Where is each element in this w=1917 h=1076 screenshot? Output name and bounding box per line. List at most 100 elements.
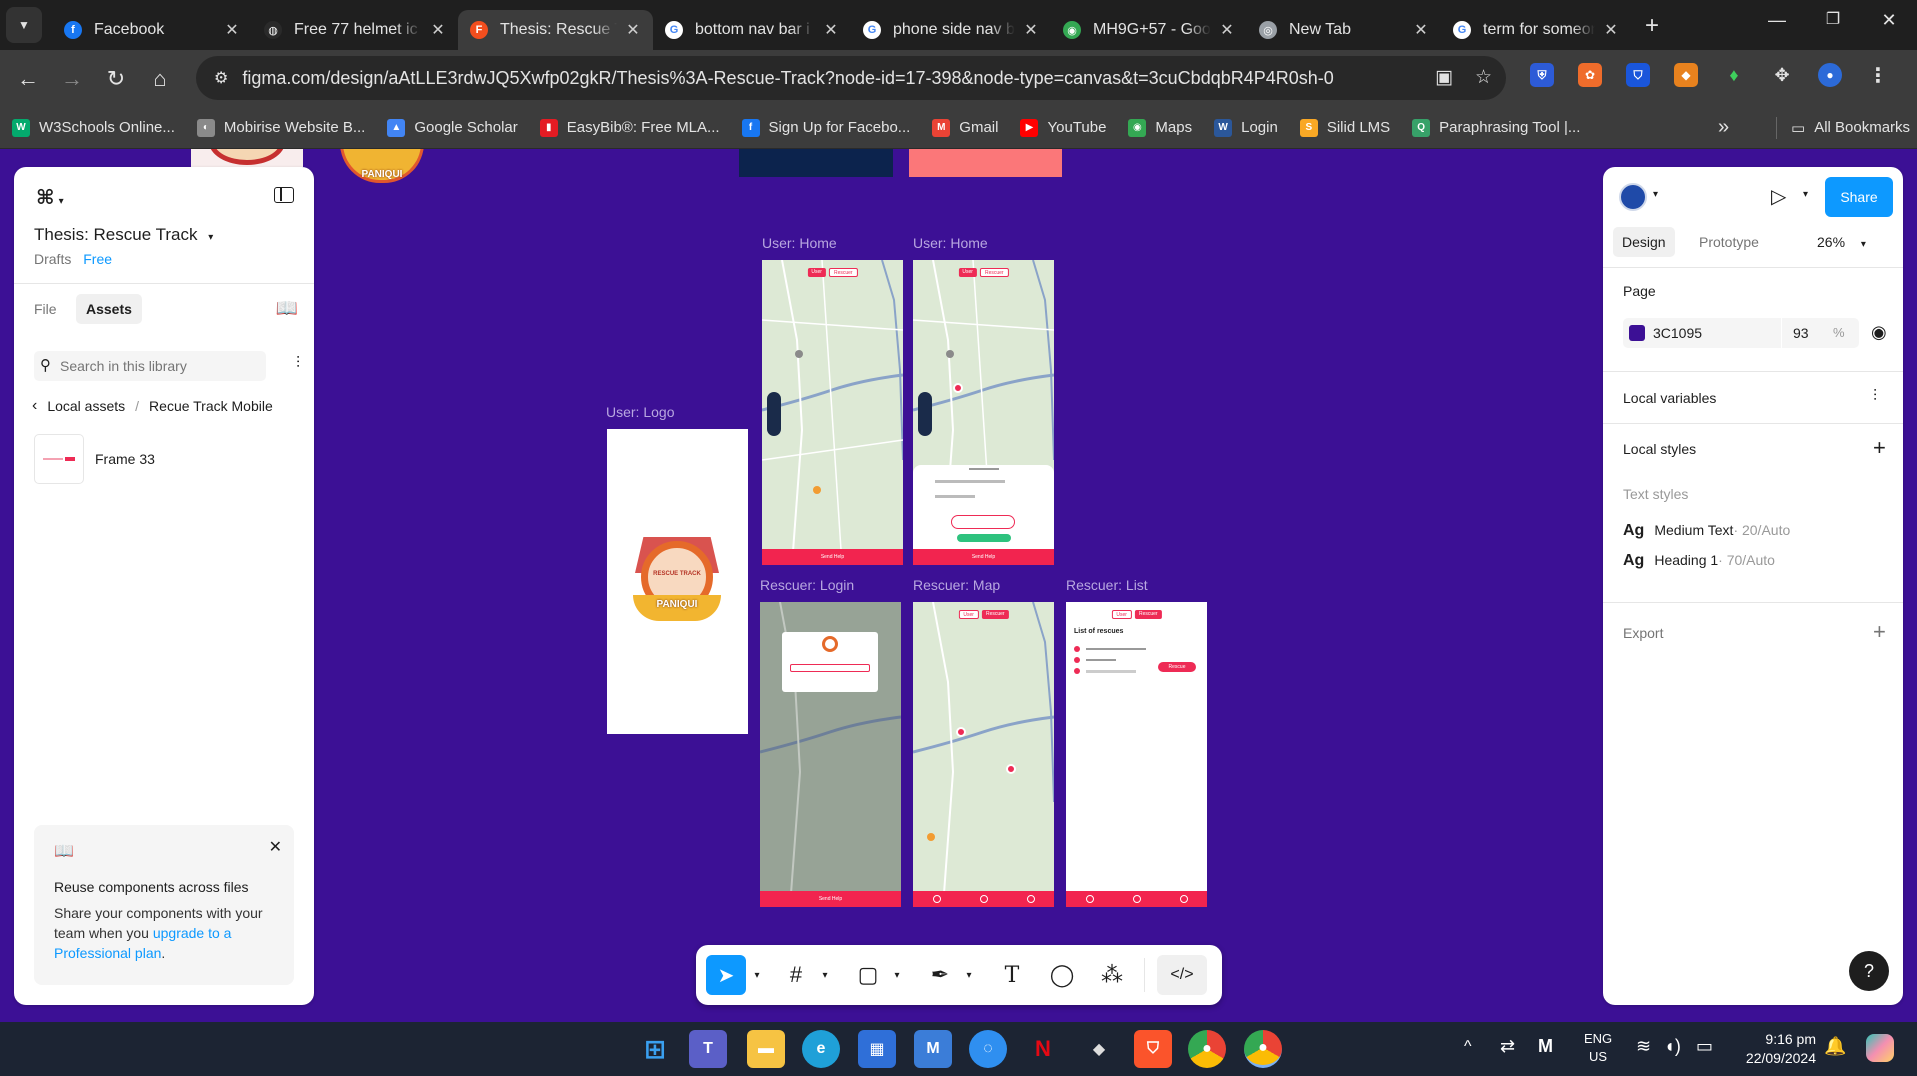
new-tab-button[interactable]: + [1645,12,1659,40]
bookmark-item[interactable]: ▮ EasyBib®: Free MLA... [539,118,720,137]
pen-tool-chevron-icon[interactable]: ▾ [958,955,980,995]
rectangle-tool-icon[interactable]: ▢ [850,955,886,995]
user-avatar[interactable] [1619,183,1647,211]
page-color-hex[interactable]: 3C1095 [1653,325,1702,341]
asset-item[interactable]: Frame 33 [34,434,294,484]
clock[interactable]: 9:16 pm 22/09/2024 [1732,1030,1816,1068]
comment-tool-icon[interactable]: ◯ [1044,955,1080,995]
login-field[interactable] [790,664,870,672]
site-info-icon[interactable]: ⚙ [214,68,228,88]
rescuer-tab[interactable]: Rescuer [1134,610,1162,619]
mic-button[interactable] [951,515,1015,529]
frame-rescuer-map[interactable]: User Rescuer [913,602,1054,907]
maximize-button[interactable]: ❐ [1805,0,1861,40]
search-input[interactable] [60,355,260,377]
close-tab-icon[interactable]: ✕ [1411,20,1431,40]
home-button[interactable]: ⌂ [138,66,182,92]
rescue-pin[interactable] [1006,764,1016,774]
tab-search-button[interactable]: ▼ [6,7,42,43]
list-nav-icon[interactable] [1026,895,1035,903]
move-tool-chevron-icon[interactable]: ▾ [746,955,768,995]
brave-icon[interactable]: ⛉ [1134,1030,1172,1068]
forward-button[interactable]: → [50,66,94,92]
bookmark-item[interactable]: W W3Schools Online... [12,118,175,137]
netflix-icon[interactable]: N [1024,1030,1062,1068]
frame-label-user-logo[interactable]: User: Logo [606,404,674,420]
bookmarks-overflow-button[interactable]: » [1718,116,1729,139]
messenger-icon[interactable]: ◌ [969,1030,1007,1068]
extension-orange-icon[interactable]: ✿ [1578,63,1602,87]
browser-tab[interactable]: ◉ MH9G+57 - Goo ✕ [1051,10,1247,50]
rescue-list-item[interactable]: Rescue [1074,646,1200,676]
dev-mode-icon[interactable]: </> [1157,955,1207,995]
copilot-icon[interactable] [1866,1034,1894,1062]
browser-tab[interactable]: ◎ New Tab ✕ [1247,10,1441,50]
present-chevron-icon[interactable]: ▾ [1803,189,1808,200]
zoom-level[interactable]: 26% ▾ [1817,234,1866,250]
figma-main-menu[interactable]: ⌘ ▾ [36,185,64,210]
browser-tab[interactable]: Gterm for someon ✕ [1441,10,1631,50]
frame-rescuer-list[interactable]: User Rescuer List of rescues Rescue [1066,602,1207,907]
rescue-pin[interactable] [956,727,966,737]
frame-label-user-home-2[interactable]: User: Home [913,235,988,251]
user-tab[interactable]: User [1111,610,1132,619]
extension-blue-shield-icon[interactable]: ⛉ [1626,63,1650,87]
browser-tab[interactable]: F Thesis: Rescue Tr ✕ [458,10,653,50]
breadcrumb-local-assets[interactable]: Local assets [47,398,125,414]
pen-tool-icon[interactable]: ✒ [922,955,958,995]
all-bookmarks-button[interactable]: ▭ All Bookmarks [1776,116,1910,139]
install-app-icon[interactable]: ▣ [1435,66,1453,89]
frame-label-user-home-1[interactable]: User: Home [762,235,837,251]
extension-fox-icon[interactable]: ◆ [1674,63,1698,87]
text-tool-icon[interactable]: T [994,955,1030,995]
close-tab-icon[interactable]: ✕ [1217,20,1237,40]
visibility-eye-icon[interactable]: ◉ [1871,322,1887,343]
add-style-icon[interactable]: + [1873,435,1886,461]
browser-menu-icon[interactable]: ⋮ [1866,63,1890,87]
bookmark-star-icon[interactable]: ☆ [1475,66,1492,89]
rescuer-tab[interactable]: Rescuer [828,268,858,277]
share-button[interactable]: Share [1825,177,1893,217]
browser-tab[interactable]: Gbottom nav bar i ✕ [653,10,851,50]
promo-close-icon[interactable]: ✕ [269,837,282,857]
tab-assets[interactable]: Assets [76,294,142,324]
user-tab[interactable]: User [958,268,977,277]
user-tab[interactable]: User [958,610,979,619]
local-variables-label[interactable]: Local variables [1623,390,1716,406]
home-nav-icon[interactable] [1132,895,1141,903]
frame-user-home-1[interactable]: User Rescuer Send Help [762,260,903,565]
partial-frame-navy[interactable] [739,149,893,177]
avatar-chevron-icon[interactable]: ▾ [1653,189,1658,200]
rescue-button[interactable]: Rescue [1158,662,1196,672]
file-explorer-icon[interactable]: ▬ [747,1030,785,1068]
close-tab-icon[interactable]: ✕ [821,20,841,40]
drafts-link[interactable]: Drafts [34,251,71,267]
page-opacity-value[interactable]: 93 [1793,325,1809,341]
partial-frame-salmon[interactable] [909,149,1062,177]
export-label[interactable]: Export [1623,625,1663,641]
profile-avatar[interactable]: ● [1818,63,1842,87]
text-style-item[interactable]: Ag Heading 1 · 70/Auto [1623,552,1790,582]
list-nav-icon[interactable] [1179,895,1188,903]
pin-nav-icon[interactable] [1085,895,1094,903]
location-pin[interactable] [953,383,963,393]
chrome-profile-icon[interactable]: ● [1244,1030,1282,1068]
tab-prototype[interactable]: Prototype [1699,234,1759,250]
actions-tool-icon[interactable]: ⁂ [1094,955,1130,995]
partial-logo-badge[interactable]: PANIQUI [330,149,434,189]
bookmark-item[interactable]: Q Paraphrasing Tool |... [1412,118,1580,137]
frame-tool-icon[interactable]: # [778,955,814,995]
bookmark-item[interactable]: ▲ Google Scholar [387,118,518,137]
send-help-bar[interactable]: Send Help [762,549,903,565]
windows-start-icon[interactable]: ⊞ [636,1030,674,1068]
tab-design[interactable]: Design [1613,227,1675,257]
bookmark-item[interactable]: ▶ YouTube [1020,118,1106,137]
browser-tab[interactable]: ◍ Free 77 helmet ic ✕ [252,10,458,50]
extension-shield-icon[interactable]: ⛨ [1530,63,1554,87]
library-book-icon[interactable]: 📖 [276,298,298,319]
frame-label-rescuer-login[interactable]: Rescuer: Login [760,577,854,593]
variables-icon[interactable]: ⫶ [1873,388,1877,406]
page-color-swatch[interactable] [1629,325,1645,341]
reload-button[interactable]: ↻ [94,66,138,92]
microsoft-store-icon[interactable]: ▦ [858,1030,896,1068]
